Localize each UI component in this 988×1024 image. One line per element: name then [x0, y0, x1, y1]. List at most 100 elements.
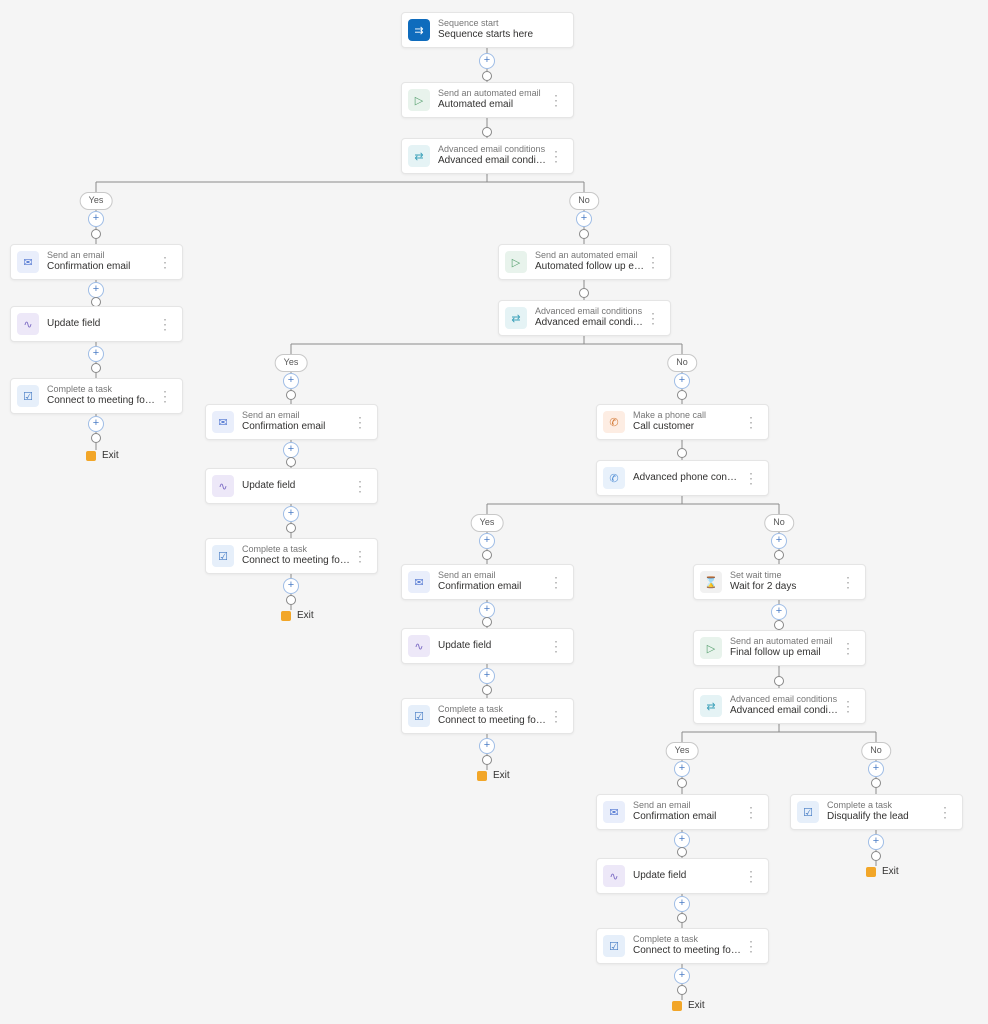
step-automated-email[interactable]: ▷ Send an automated email Final follow u…: [693, 630, 866, 666]
connector-node: [482, 71, 492, 81]
sequence-start-icon: ⇉: [408, 19, 430, 41]
step-title: Advanced email conditions: [535, 317, 644, 330]
more-menu-icon[interactable]: ⋮: [644, 310, 662, 327]
step-phone-condition[interactable]: ✆ Advanced phone condition ⋮: [596, 460, 769, 496]
more-menu-icon[interactable]: ⋮: [547, 708, 565, 725]
add-step-button[interactable]: +: [479, 602, 495, 618]
step-subtitle: Complete a task: [633, 934, 742, 945]
step-automated-email[interactable]: ▷ Send an automated email Automated foll…: [498, 244, 671, 280]
step-wait[interactable]: ⌛ Set wait time Wait for 2 days ⋮: [693, 564, 866, 600]
step-email-condition[interactable]: ⇄ Advanced email conditions Advanced ema…: [498, 300, 671, 336]
add-step-button[interactable]: +: [479, 53, 495, 69]
exit-label: Exit: [102, 450, 119, 461]
more-menu-icon[interactable]: ⋮: [156, 388, 174, 405]
connector-node: [286, 457, 296, 467]
step-email-condition[interactable]: ⇄ Advanced email conditions Advanced ema…: [401, 138, 574, 174]
step-update-field[interactable]: ∿ Update field ⋮: [401, 628, 574, 664]
more-menu-icon[interactable]: ⋮: [351, 548, 369, 565]
step-disqualify-lead[interactable]: ☑ Complete a task Disqualify the lead ⋮: [790, 794, 963, 830]
more-menu-icon[interactable]: ⋮: [156, 316, 174, 333]
email-icon: ✉: [603, 801, 625, 823]
step-send-email[interactable]: ✉ Send an email Confirmation email ⋮: [596, 794, 769, 830]
connector-node: [774, 676, 784, 686]
step-update-field[interactable]: ∿ Update field ⋮: [10, 306, 183, 342]
add-step-button[interactable]: +: [674, 968, 690, 984]
step-sequence-start[interactable]: ⇉ Sequence start Sequence starts here: [401, 12, 574, 48]
add-step-button[interactable]: +: [283, 578, 299, 594]
add-step-button[interactable]: +: [674, 896, 690, 912]
add-step-button[interactable]: +: [674, 373, 690, 389]
add-step-button[interactable]: +: [88, 211, 104, 227]
add-step-button[interactable]: +: [479, 668, 495, 684]
add-step-button[interactable]: +: [283, 442, 299, 458]
step-title: Update field: [47, 318, 156, 331]
step-title: Final follow up email: [730, 647, 839, 660]
exit-icon: [672, 1001, 682, 1011]
step-title: Confirmation email: [47, 261, 156, 274]
step-email-condition[interactable]: ⇄ Advanced email conditions Advanced ema…: [693, 688, 866, 724]
add-step-button[interactable]: +: [771, 604, 787, 620]
more-menu-icon[interactable]: ⋮: [742, 414, 760, 431]
add-step-button[interactable]: +: [674, 761, 690, 777]
more-menu-icon[interactable]: ⋮: [742, 938, 760, 955]
step-title: Sequence starts here: [438, 29, 565, 42]
more-menu-icon[interactable]: ⋮: [742, 868, 760, 885]
step-complete-task[interactable]: ☑ Complete a task Connect to meeting for…: [401, 698, 574, 734]
step-subtitle: Sequence start: [438, 18, 565, 29]
step-update-field[interactable]: ∿ Update field ⋮: [205, 468, 378, 504]
step-title: Confirmation email: [242, 421, 351, 434]
more-menu-icon[interactable]: ⋮: [644, 254, 662, 271]
add-step-button[interactable]: +: [868, 834, 884, 850]
connector-node: [774, 620, 784, 630]
more-menu-icon[interactable]: ⋮: [839, 640, 857, 657]
step-title: Wait for 2 days: [730, 581, 839, 594]
more-menu-icon[interactable]: ⋮: [742, 470, 760, 487]
more-menu-icon[interactable]: ⋮: [547, 574, 565, 591]
more-menu-icon[interactable]: ⋮: [742, 804, 760, 821]
add-step-button[interactable]: +: [88, 282, 104, 298]
more-menu-icon[interactable]: ⋮: [156, 254, 174, 271]
more-menu-icon[interactable]: ⋮: [547, 148, 565, 165]
branch-yes-pill: Yes: [471, 514, 504, 532]
more-menu-icon[interactable]: ⋮: [547, 638, 565, 655]
step-send-email[interactable]: ✉ Send an email Confirmation email ⋮: [401, 564, 574, 600]
add-step-button[interactable]: +: [576, 211, 592, 227]
step-complete-task[interactable]: ☑ Complete a task Connect to meeting for…: [10, 378, 183, 414]
connector-node: [677, 390, 687, 400]
more-menu-icon[interactable]: ⋮: [351, 414, 369, 431]
step-title: Automated email: [438, 99, 547, 112]
add-step-button[interactable]: +: [283, 373, 299, 389]
more-menu-icon[interactable]: ⋮: [547, 92, 565, 109]
email-icon: ✉: [212, 411, 234, 433]
exit-marker: Exit: [281, 610, 314, 621]
update-field-icon: ∿: [603, 865, 625, 887]
add-step-button[interactable]: +: [771, 533, 787, 549]
step-complete-task[interactable]: ☑ Complete a task Connect to meeting for…: [205, 538, 378, 574]
step-subtitle: Send an automated email: [730, 636, 839, 647]
exit-icon: [477, 771, 487, 781]
step-subtitle: Complete a task: [438, 704, 547, 715]
step-phone-call[interactable]: ✆ Make a phone call Call customer ⋮: [596, 404, 769, 440]
more-menu-icon[interactable]: ⋮: [936, 804, 954, 821]
add-step-button[interactable]: +: [868, 761, 884, 777]
connector-node: [677, 448, 687, 458]
add-step-button[interactable]: +: [479, 533, 495, 549]
exit-icon: [866, 867, 876, 877]
add-step-button[interactable]: +: [88, 346, 104, 362]
step-send-email[interactable]: ✉ Send an email Confirmation email ⋮: [10, 244, 183, 280]
exit-label: Exit: [297, 610, 314, 621]
step-complete-task[interactable]: ☑ Complete a task Connect to meeting for…: [596, 928, 769, 964]
task-icon: ☑: [17, 385, 39, 407]
add-step-button[interactable]: +: [479, 738, 495, 754]
add-step-button[interactable]: +: [283, 506, 299, 522]
step-update-field[interactable]: ∿ Update field ⋮: [596, 858, 769, 894]
more-menu-icon[interactable]: ⋮: [839, 574, 857, 591]
add-step-button[interactable]: +: [88, 416, 104, 432]
step-send-email[interactable]: ✉ Send an email Confirmation email ⋮: [205, 404, 378, 440]
branch-no-pill: No: [569, 192, 599, 210]
more-menu-icon[interactable]: ⋮: [839, 698, 857, 715]
step-automated-email[interactable]: ▷ Send an automated email Automated emai…: [401, 82, 574, 118]
add-step-button[interactable]: +: [674, 832, 690, 848]
step-title: Advanced email conditions: [438, 155, 547, 168]
more-menu-icon[interactable]: ⋮: [351, 478, 369, 495]
